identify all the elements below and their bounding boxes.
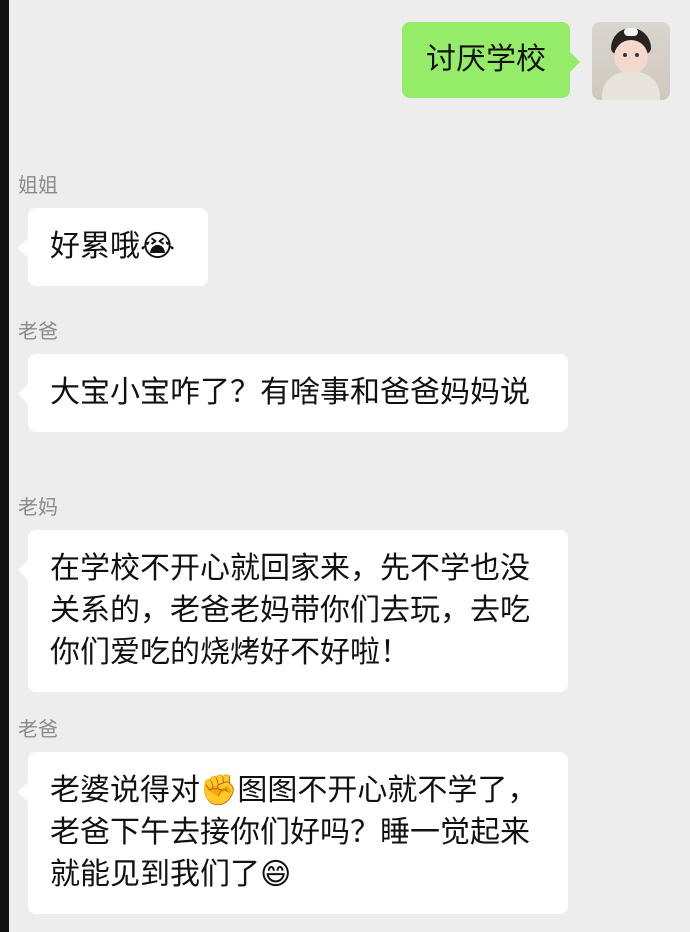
incoming-message-bubble[interactable]: 在学校不开心就回家来，先不学也没关系的，老爸老妈带你们去玩，去吃你们爱吃的烧烤好… [18, 530, 568, 692]
outgoing-message-bubble[interactable]: 讨厌学校 [402, 22, 580, 98]
sender-name: 老爸 [18, 319, 58, 343]
sender-name: 姐姐 [18, 173, 58, 197]
message-text: 大宝小宝咋了？有啥事和爸爸妈妈说 [50, 375, 530, 410]
outgoing-message-row: 讨厌学校 [402, 22, 670, 100]
left-window-edge [0, 0, 9, 932]
incoming-message-group: 姐姐 好累哦😭 [18, 172, 208, 286]
message-text: 好累哦😭 [50, 229, 176, 264]
avatar-eye [635, 53, 639, 57]
avatar-eye [623, 53, 627, 57]
incoming-message-bubble[interactable]: 老婆说得对✊图图不开心就不学了，老爸下午去接你们好吗？睡一觉起来就能见到我们了😄 [18, 752, 568, 914]
incoming-message-bubble[interactable]: 好累哦😭 [18, 208, 208, 286]
sender-name: 老爸 [18, 717, 58, 741]
outgoing-message-text: 讨厌学校 [426, 42, 546, 77]
avatar-bow [624, 28, 638, 36]
incoming-message-group: 老爸 大宝小宝咋了？有啥事和爸爸妈妈说 [18, 318, 568, 432]
incoming-message-bubble[interactable]: 大宝小宝咋了？有啥事和爸爸妈妈说 [18, 354, 568, 432]
incoming-message-group: 老爸 老婆说得对✊图图不开心就不学了，老爸下午去接你们好吗？睡一觉起来就能见到我… [18, 716, 568, 914]
message-text: 在学校不开心就回家来，先不学也没关系的，老爸老妈带你们去玩，去吃你们爱吃的烧烤好… [50, 551, 530, 670]
avatar-face [614, 40, 648, 74]
sender-name: 老妈 [18, 495, 58, 519]
avatar[interactable] [592, 22, 670, 100]
incoming-message-group: 老妈 在学校不开心就回家来，先不学也没关系的，老爸老妈带你们去玩，去吃你们爱吃的… [18, 494, 568, 692]
avatar-body [602, 72, 660, 100]
message-text: 老婆说得对✊图图不开心就不学了，老爸下午去接你们好吗？睡一觉起来就能见到我们了😄 [50, 773, 538, 892]
